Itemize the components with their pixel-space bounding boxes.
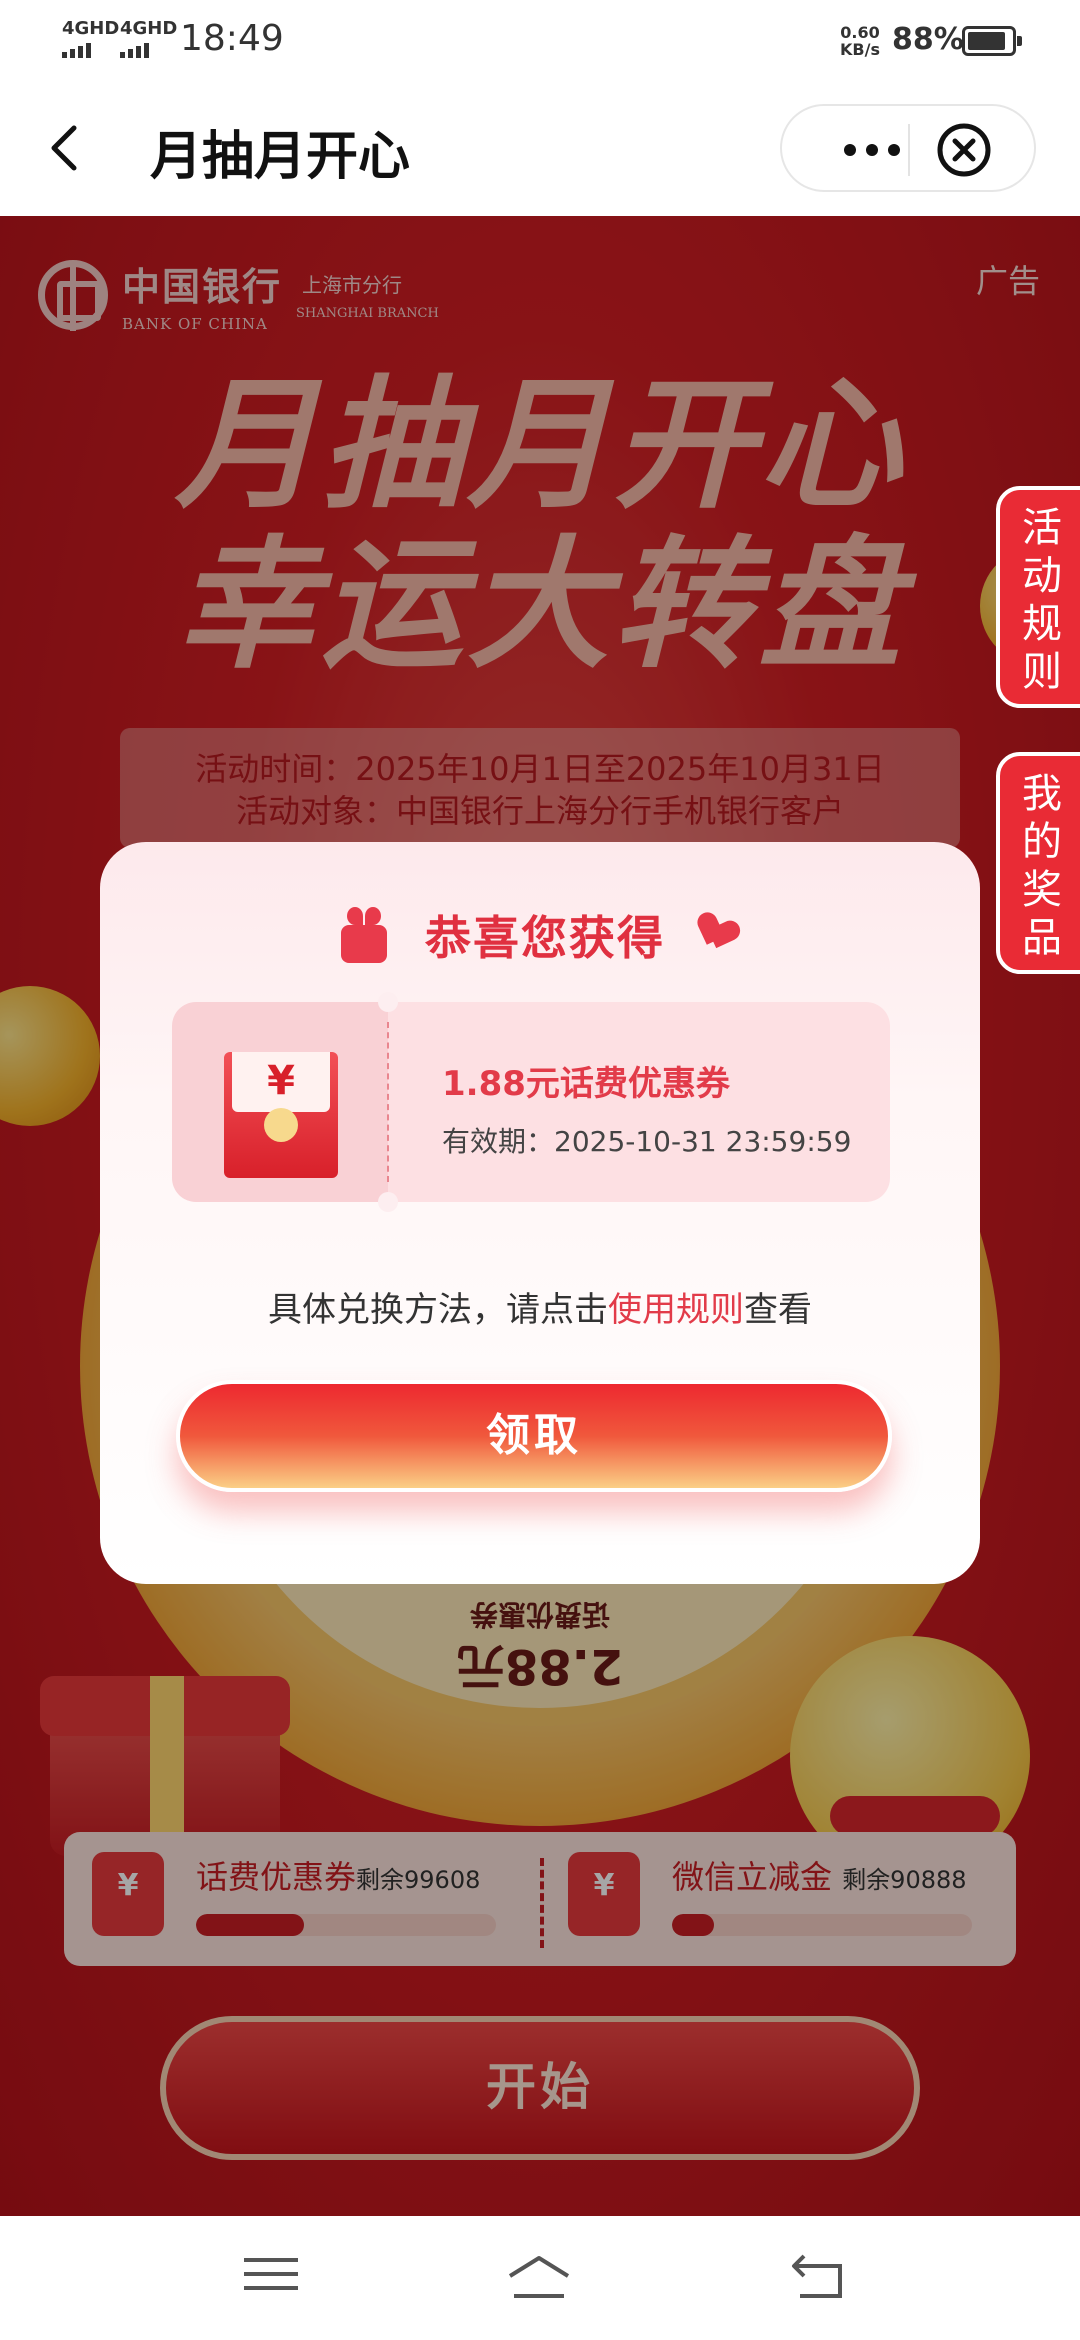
clock: 18:49 — [180, 18, 284, 59]
tab-my-prizes[interactable]: 我的奖品 — [996, 752, 1080, 974]
gift-icon — [339, 907, 389, 963]
network-speed-unit: KB/s — [840, 40, 880, 59]
more-dots-icon[interactable] — [822, 128, 922, 172]
close-circle-icon[interactable] — [934, 120, 994, 180]
signal-indicator-1: 4GHD — [62, 20, 119, 58]
coupon-divider — [387, 1022, 389, 1182]
mini-program-capsule — [780, 104, 1036, 192]
prize-dialog: 恭喜您获得 ¥ 1.88元话费优惠券 有效期：2025-10-31 23:59:… — [100, 842, 980, 1584]
network-type-label: 4GHD — [120, 18, 178, 39]
heart-icon — [695, 909, 746, 960]
battery-icon — [962, 26, 1022, 56]
claim-button[interactable]: 领取 — [176, 1380, 892, 1492]
signal-bars-icon — [62, 42, 119, 58]
coupon-name: 1.88元话费优惠券 — [442, 1064, 730, 1104]
capsule-divider — [908, 124, 910, 176]
page-title: 月抽月开心 — [150, 127, 411, 187]
network-type-label: 4GHD — [62, 18, 120, 39]
yen-symbol: ¥ — [267, 1058, 295, 1104]
hint-prefix: 具体兑换方法，请点击 — [268, 1290, 608, 1330]
redeem-hint: 具体兑换方法，请点击使用规则查看 — [100, 1282, 980, 1331]
dialog-header: 恭喜您获得 — [100, 902, 980, 968]
red-packet-icon: ¥ — [224, 1052, 338, 1178]
battery-percent: 88% — [892, 22, 964, 57]
signal-bars-icon — [120, 42, 177, 58]
back-nav-icon[interactable] — [786, 2248, 856, 2308]
tab-activity-rules[interactable]: 活动规则 — [996, 486, 1080, 708]
network-speed: 0.60 KB/s — [840, 24, 880, 58]
usage-rules-link[interactable]: 使用规则 — [608, 1290, 744, 1330]
system-nav-bar — [0, 2216, 1080, 2340]
network-speed-value: 0.60 — [840, 23, 880, 42]
signal-indicator-2: 4GHD — [120, 20, 177, 58]
hint-suffix: 查看 — [744, 1290, 812, 1330]
chevron-left-icon[interactable] — [40, 116, 90, 180]
status-bar: 4GHD 4GHD 18:49 0.60 KB/s 88% — [0, 0, 1080, 80]
nav-bar: 月抽月开心 — [0, 80, 1080, 216]
home-icon[interactable] — [504, 2248, 574, 2308]
dialog-title: 恭喜您获得 — [425, 911, 665, 965]
coupon-validity: 有效期：2025-10-31 23:59:59 — [442, 1125, 852, 1158]
menu-icon[interactable] — [236, 2248, 306, 2308]
coupon-card: ¥ 1.88元话费优惠券 有效期：2025-10-31 23:59:59 — [172, 992, 890, 1212]
